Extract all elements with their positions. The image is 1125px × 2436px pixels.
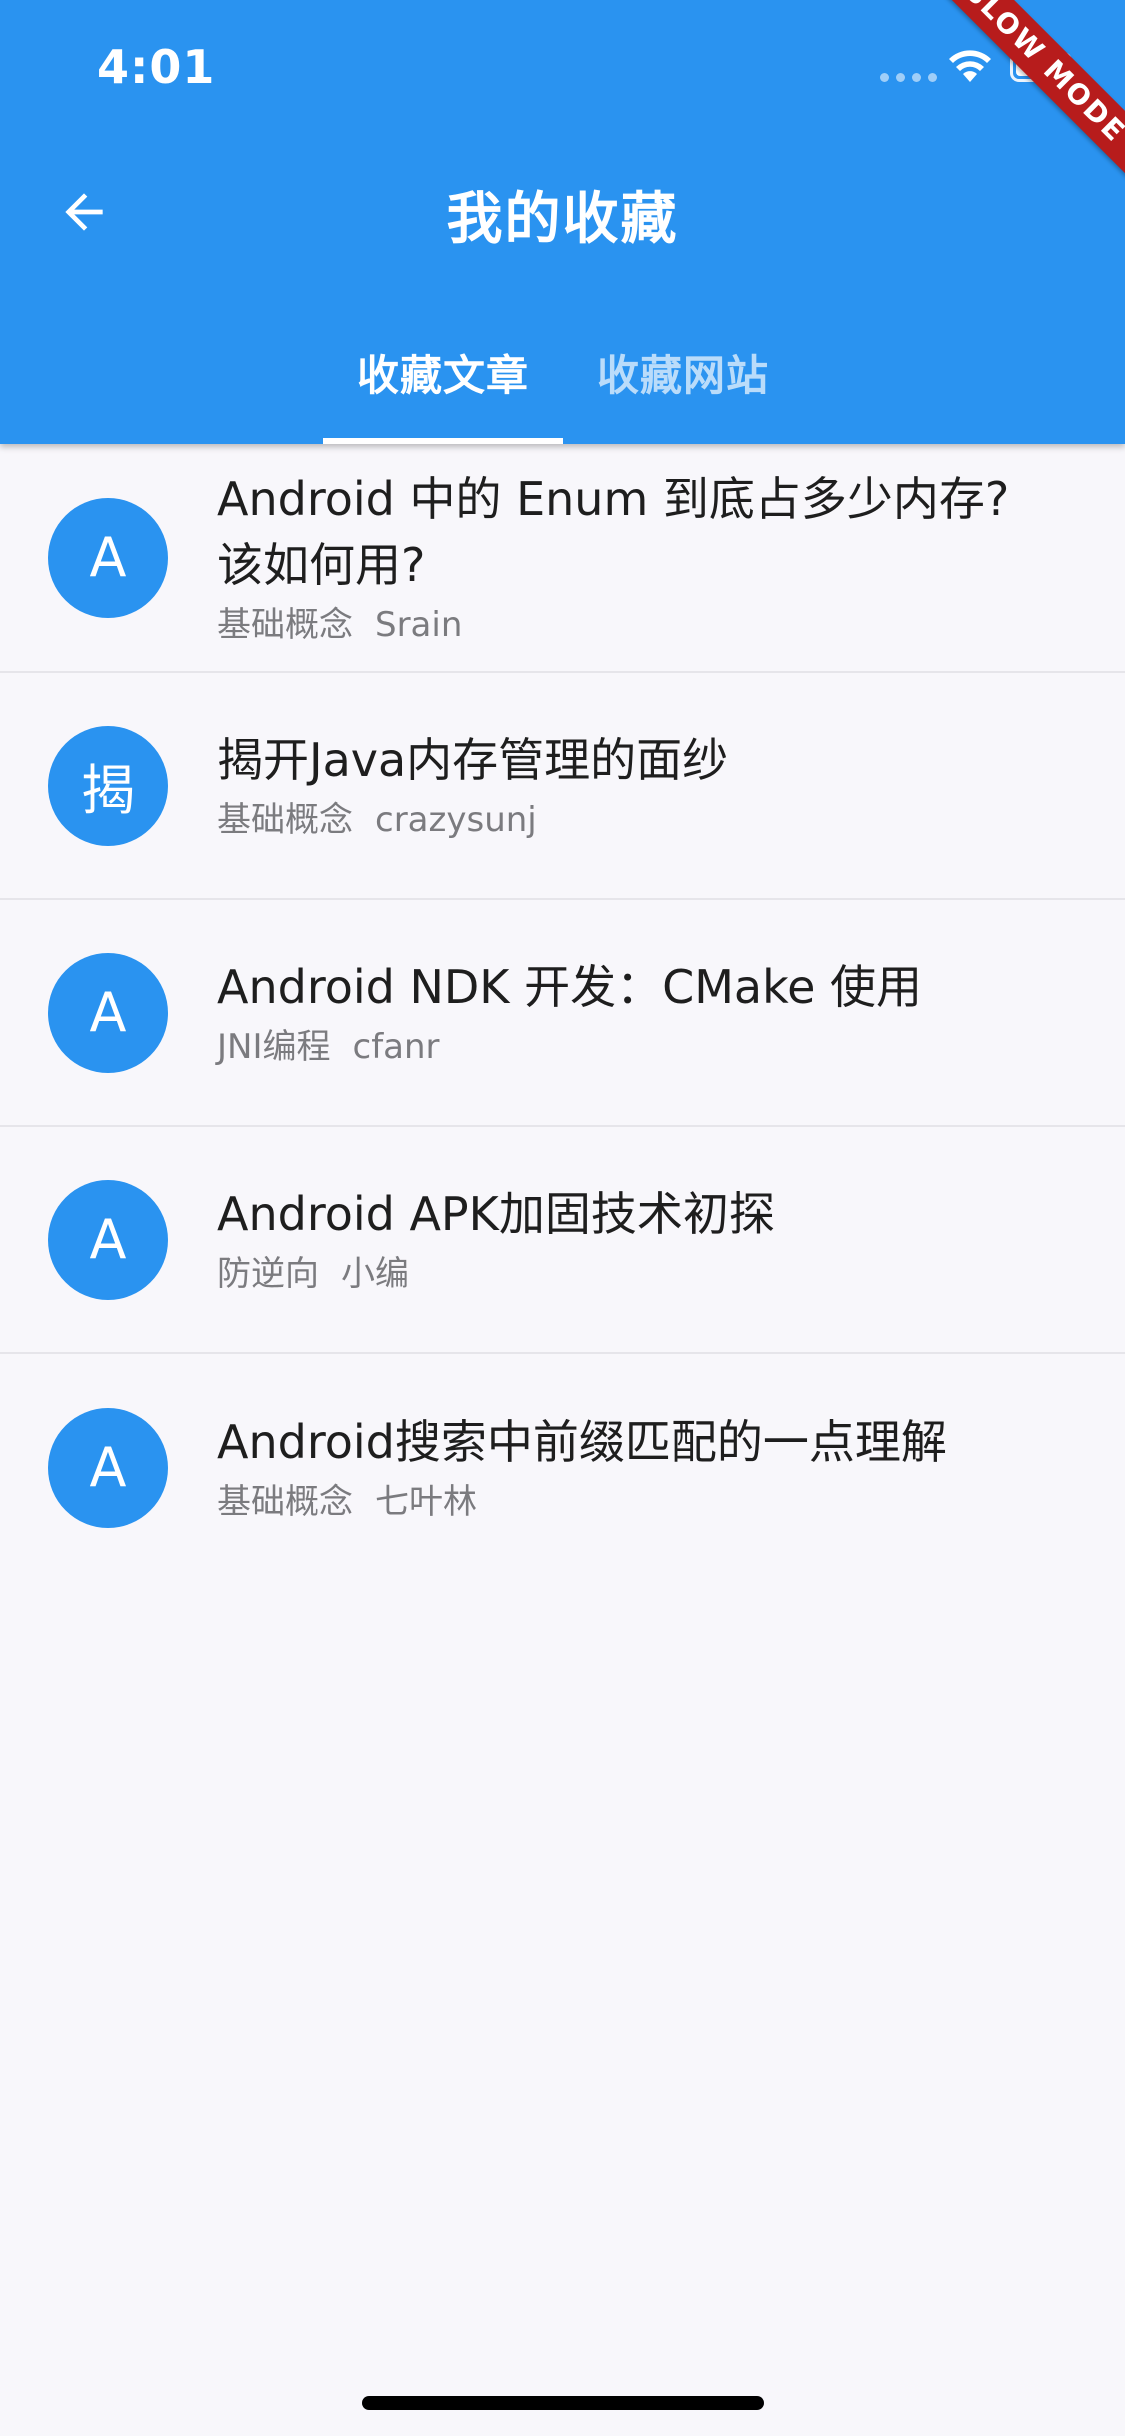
article-meta: 基础概念 七叶林 [217, 1477, 1065, 1527]
list-item[interactable]: A Android搜索中前缀匹配的一点理解 基础概念 七叶林 [0, 1354, 1125, 1581]
article-author: Srain [375, 604, 463, 645]
article-meta: 防逆向 小编 [217, 1249, 1065, 1299]
article-author: 小编 [341, 1253, 409, 1294]
article-meta: 基础概念 Srain [217, 600, 1065, 650]
article-title: Android NDK 开发：CMake 使用 [217, 959, 923, 1014]
tab-label: 收藏文章 [356, 351, 529, 400]
page-title: 我的收藏 [446, 187, 679, 252]
list-item[interactable]: A Android APK加固技术初探 防逆向 小编 [0, 1127, 1125, 1354]
article-meta: 基础概念 crazysunj [217, 795, 1065, 845]
app-bar: 4:01 我的收藏 收藏文章 收藏网站 [0, 0, 1125, 444]
status-time: 4:01 [97, 40, 216, 94]
article-category: 基础概念 [217, 799, 353, 840]
avatar: A [48, 497, 168, 618]
list-item[interactable]: 揭 揭开Java内存管理的面纱 基础概念 crazysunj [0, 673, 1125, 900]
tab-favorite-articles[interactable]: 收藏文章 [323, 332, 563, 444]
avatar: A [48, 1407, 168, 1528]
item-body: Android APK加固技术初探 防逆向 小编 [217, 1127, 1065, 1352]
article-category: 基础概念 [217, 604, 353, 645]
tab-label: 收藏网站 [596, 351, 769, 400]
article-author: cfanr [352, 1026, 440, 1067]
item-body: Android 中的 Enum 到底占多少内存? 该如何用? 基础概念 Srain [217, 444, 1065, 671]
article-category: JNI编程 [217, 1026, 331, 1067]
article-title: Android APK加固技术初探 [217, 1186, 775, 1241]
list-item[interactable]: A Android NDK 开发：CMake 使用 JNI编程 cfanr [0, 900, 1125, 1127]
article-list: A Android 中的 Enum 到底占多少内存? 该如何用? 基础概念 Sra… [0, 444, 1125, 1581]
list-item[interactable]: A Android 中的 Enum 到底占多少内存? 该如何用? 基础概念 Sra… [0, 444, 1125, 673]
article-author: crazysunj [375, 799, 537, 840]
article-author: 七叶林 [375, 1481, 477, 1522]
article-category: 防逆向 [217, 1253, 319, 1294]
home-indicator[interactable] [362, 2396, 764, 2410]
item-body: Android搜索中前缀匹配的一点理解 基础概念 七叶林 [217, 1354, 1065, 1581]
article-meta: JNI编程 cfanr [217, 1022, 1065, 1072]
tab-indicator [323, 438, 563, 444]
article-title-line: 该如何用? [217, 537, 426, 592]
item-body: Android NDK 开发：CMake 使用 JNI编程 cfanr [217, 900, 1065, 1125]
article-title: Android搜索中前缀匹配的一点理解 [217, 1414, 947, 1469]
tab-bar: 收藏文章 收藏网站 [323, 332, 803, 444]
article-title-line: Android 中的 Enum 到底占多少内存? [217, 471, 1010, 526]
article-title: 揭开Java内存管理的面纱 [217, 732, 729, 787]
article-category: 基础概念 [217, 1481, 353, 1522]
signal-icon [880, 73, 937, 82]
avatar: A [48, 1179, 168, 1300]
avatar: 揭 [48, 725, 168, 846]
tab-favorite-websites[interactable]: 收藏网站 [563, 332, 803, 444]
wifi-icon [949, 50, 991, 82]
article-title: Android 中的 Enum 到底占多少内存? 该如何用? [217, 466, 1065, 598]
item-body: 揭开Java内存管理的面纱 基础概念 crazysunj [217, 673, 1065, 898]
avatar: A [48, 952, 168, 1073]
